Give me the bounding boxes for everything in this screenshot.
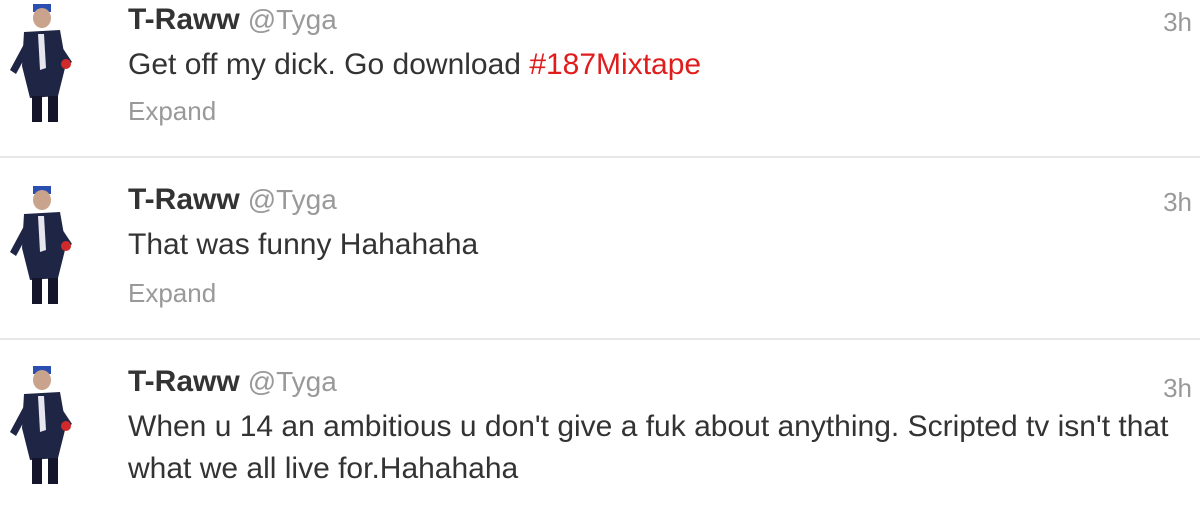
tweet-username[interactable]: @Tyga (248, 366, 337, 397)
avatar[interactable] (0, 4, 104, 124)
avatar[interactable] (0, 366, 104, 486)
tweet-timestamp[interactable]: 3h (1163, 370, 1192, 406)
avatar-image (0, 4, 104, 124)
tweet-item[interactable]: T-Raww @Tyga 3h When u 14 an ambitious u … (0, 340, 1200, 506)
expand-link[interactable]: Expand (128, 94, 216, 128)
hashtag-link[interactable]: #187Mixtape (529, 48, 701, 81)
tweet-fullname[interactable]: T-Raww (128, 183, 240, 216)
tweet-timestamp[interactable]: 3h (1163, 184, 1192, 220)
tweet-text: When u 14 an ambitious u don't give a fu… (128, 410, 1169, 485)
tweet-text: That was funny Hahahaha (128, 228, 479, 261)
tweet-fullname[interactable]: T-Raww (128, 365, 240, 398)
tweet-header: T-Raww @Tyga (128, 182, 337, 218)
tweet-username[interactable]: @Tyga (248, 4, 337, 35)
tweet-text-plain: Get off my dick. Go download (128, 48, 530, 81)
tweet-timeline: T-Raww @Tyga 3h Get off my dick. Go downl… (0, 0, 1200, 506)
avatar-image (0, 186, 104, 306)
tweet-item[interactable]: T-Raww @Tyga 3h That was funny Hahahaha E… (0, 158, 1200, 338)
tweet-fullname[interactable]: T-Raww (128, 3, 240, 36)
tweet-timestamp[interactable]: 3h (1163, 4, 1192, 40)
tweet-header: T-Raww @Tyga (128, 2, 337, 38)
avatar[interactable] (0, 186, 104, 306)
tweet-username[interactable]: @Tyga (248, 184, 337, 215)
avatar-image (0, 366, 104, 486)
tweet-header: T-Raww @Tyga (128, 364, 337, 400)
tweet-text: Get off my dick. Go download #187Mixtape (128, 44, 1170, 86)
tweet-item[interactable]: T-Raww @Tyga 3h Get off my dick. Go downl… (0, 0, 1200, 156)
expand-link[interactable]: Expand (128, 276, 216, 310)
